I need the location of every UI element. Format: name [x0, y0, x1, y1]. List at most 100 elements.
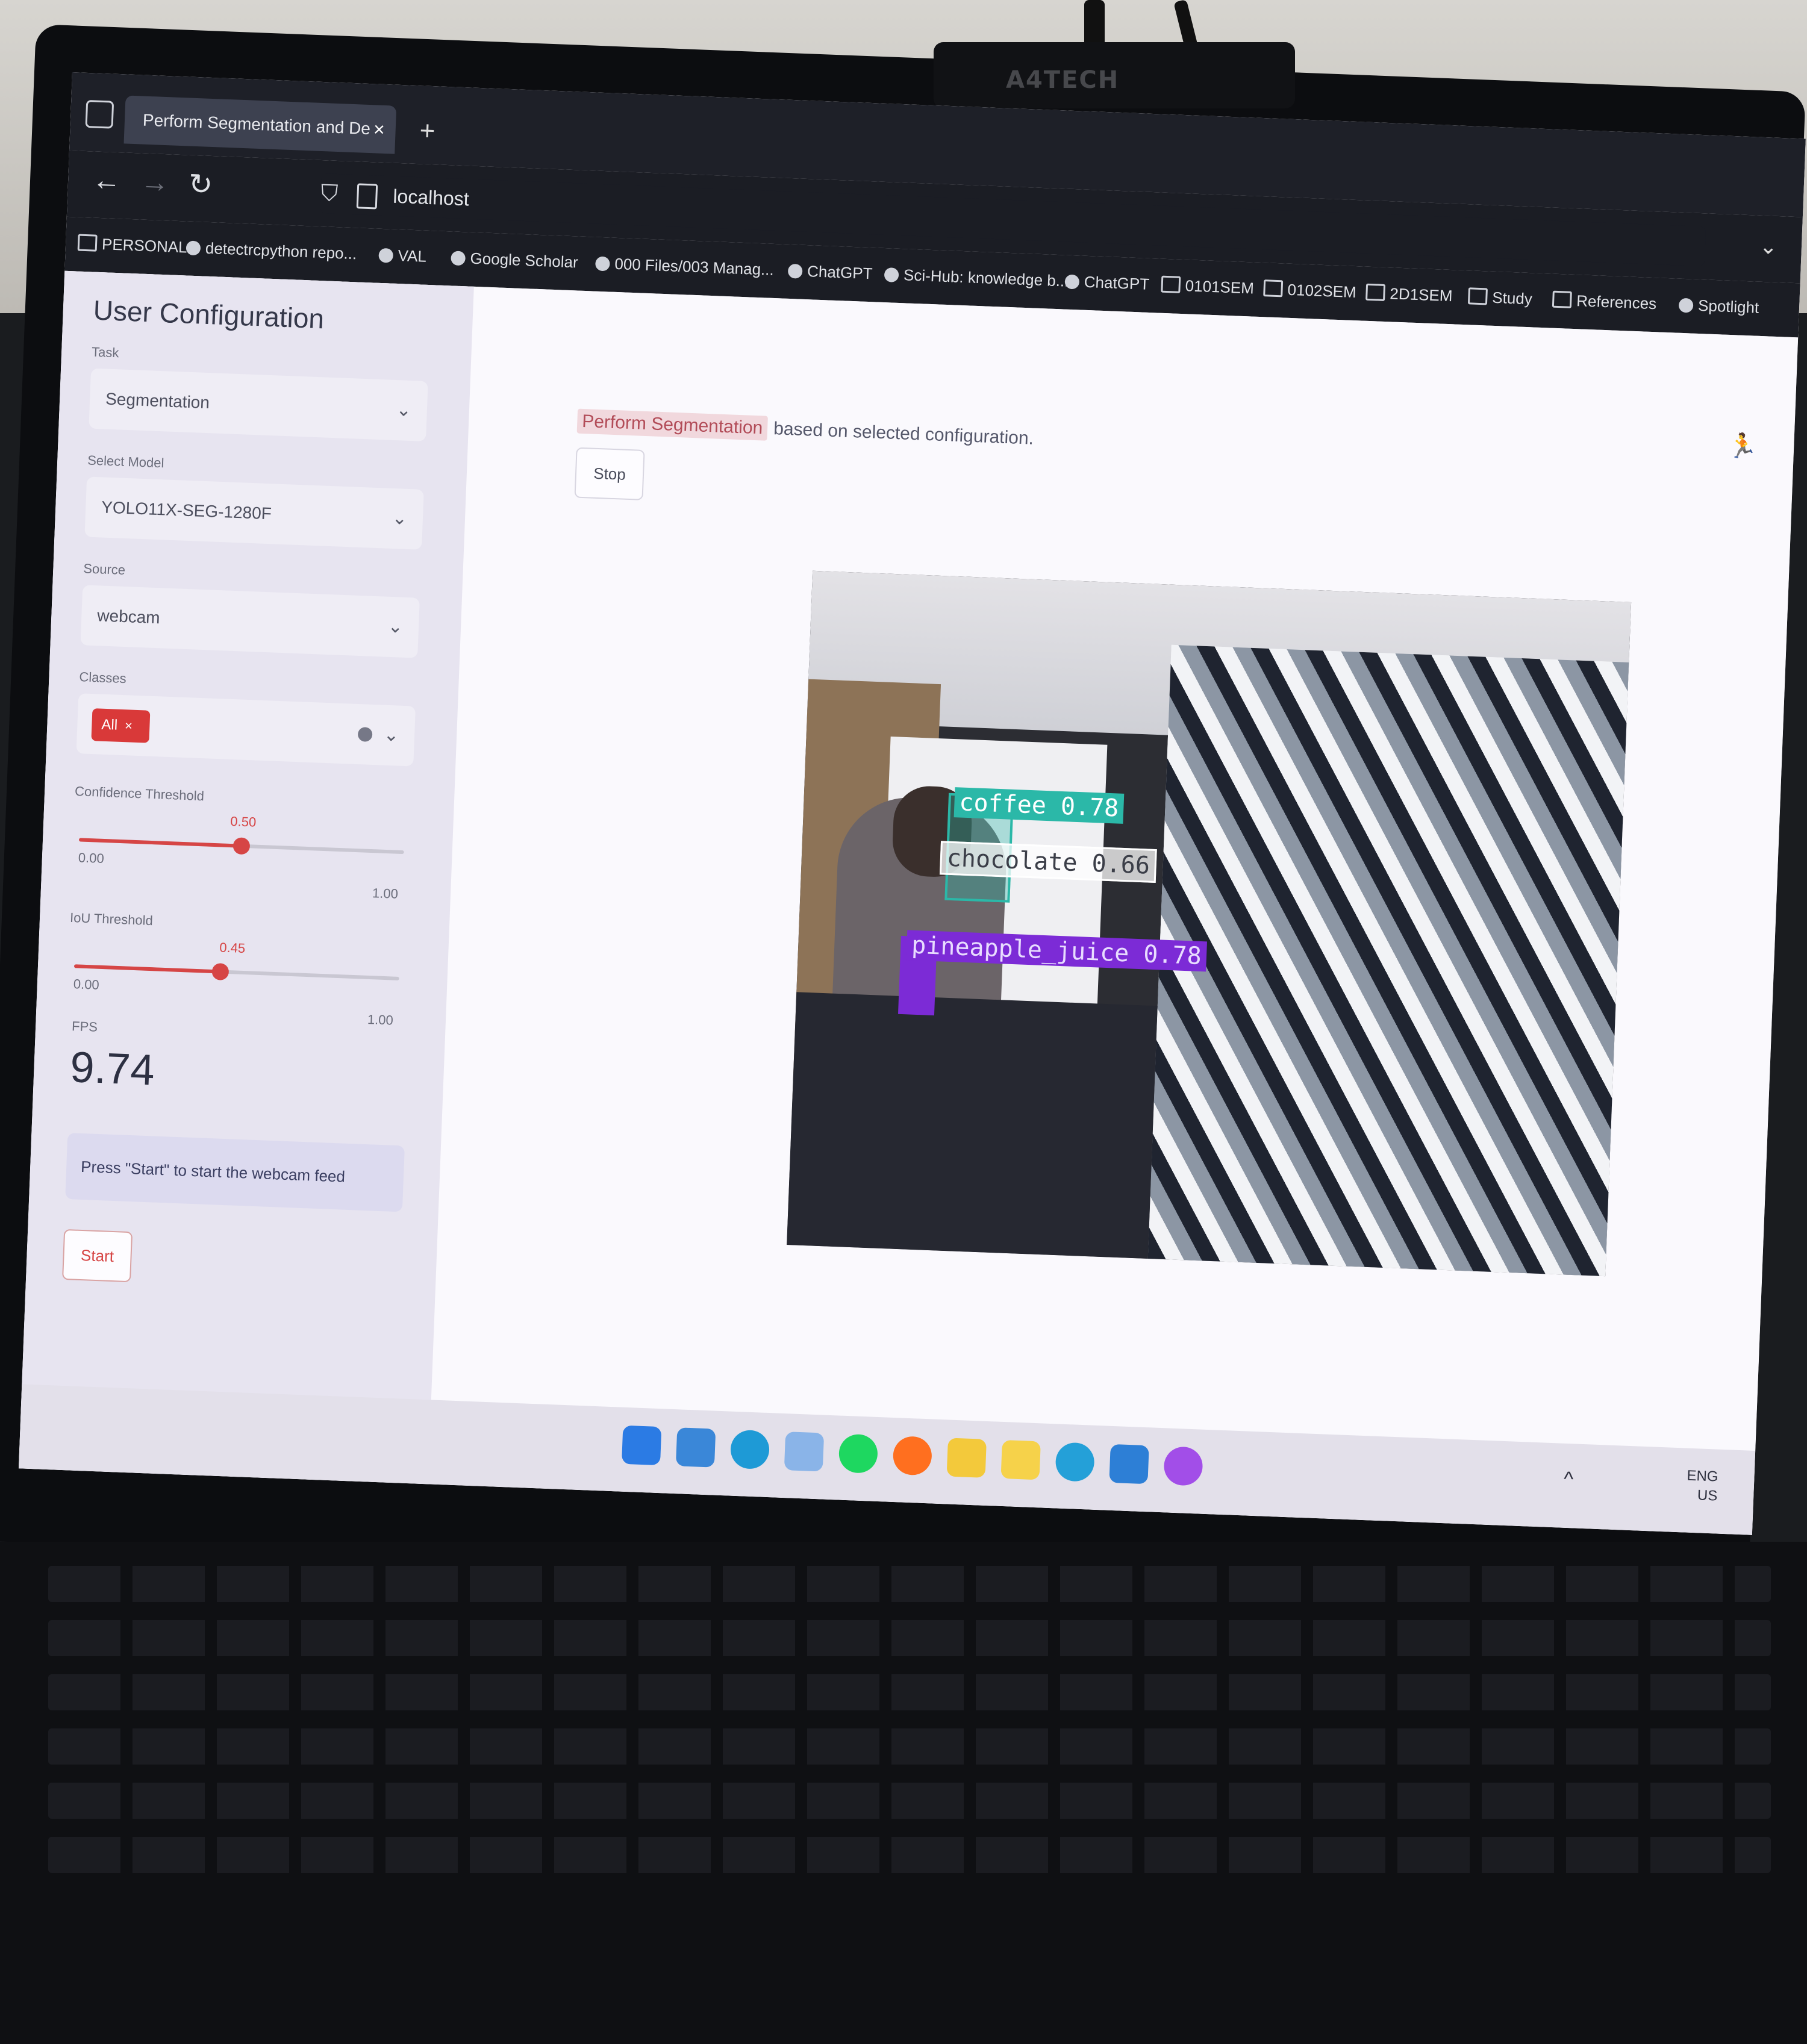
confidence-slider-fill: [78, 838, 242, 848]
url-text: localhost: [392, 185, 470, 210]
source-select[interactable]: webcam ⌄: [80, 585, 420, 658]
chevron-down-icon: ⌄: [396, 400, 412, 421]
iou-label: IoU Threshold: [69, 909, 154, 929]
bookmark-item[interactable]: 0102SEM: [1263, 279, 1356, 302]
chevron-up-icon[interactable]: ^: [1563, 1468, 1573, 1492]
bookmark-favicon-icon: [1064, 274, 1080, 290]
confidence-slider[interactable]: [78, 837, 404, 855]
bookmark-item[interactable]: ChatGPT: [787, 261, 873, 283]
source-value: webcam: [96, 606, 161, 628]
bookmark-favicon-icon: [787, 263, 803, 279]
keyboard-row: [48, 1620, 1771, 1656]
iou-slider[interactable]: [73, 963, 399, 981]
tab-group-icon[interactable]: [85, 99, 114, 129]
language-code: ENG: [1686, 1467, 1719, 1485]
back-icon[interactable]: ←: [92, 163, 122, 198]
model-value: YOLO11X-SEG-1280F: [101, 497, 272, 523]
iou-value: 0.45: [219, 939, 246, 956]
confidence-label: Confidence Threshold: [74, 784, 205, 804]
bookmark-item[interactable]: PERSONAL: [77, 234, 187, 257]
chevron-down-icon[interactable]: ⌄: [1759, 234, 1778, 260]
iou-slider-fill: [73, 964, 220, 974]
keyboard-row: [48, 1674, 1771, 1710]
folder-icon: [1552, 290, 1572, 308]
classes-multiselect[interactable]: All × ⌄: [76, 693, 416, 767]
bookmark-item[interactable]: 2D1SEM: [1365, 283, 1453, 306]
notes-icon[interactable]: [1000, 1439, 1041, 1480]
spotify-icon[interactable]: [838, 1433, 879, 1474]
bookmark-favicon-icon: [1678, 298, 1694, 313]
keyboard-row: [48, 1837, 1771, 1873]
iou-min: 0.00: [73, 976, 100, 992]
language-indicator[interactable]: ENG US: [1686, 1466, 1718, 1506]
confidence-max: 1.00: [372, 885, 399, 902]
chip-label: All: [101, 716, 118, 734]
chrome-icon[interactable]: [1055, 1442, 1095, 1482]
bookmark-item[interactable]: 0101SEM: [1161, 275, 1254, 298]
class-chip-all[interactable]: All ×: [91, 708, 151, 743]
classes-label: Classes: [78, 669, 127, 687]
vscode-icon[interactable]: [1109, 1444, 1149, 1485]
task-value: Segmentation: [105, 389, 210, 413]
heading-highlight: Perform Segmentation: [576, 408, 769, 441]
bookmark-item[interactable]: 000 Files/003 Manag...: [595, 254, 774, 279]
task-select[interactable]: Segmentation ⌄: [89, 368, 428, 441]
chevron-down-icon: ⌄: [392, 508, 408, 529]
laptop-keyboard: [0, 1542, 1807, 2044]
heading-text: based on selected configuration.: [773, 419, 1034, 449]
keyboard-row: [48, 1783, 1771, 1819]
stop-button[interactable]: Stop: [574, 447, 645, 500]
bookmark-item[interactable]: detectrcpython repo...: [186, 238, 357, 263]
streamlit-app: User Configuration Task Segmentation ⌄ S…: [18, 270, 1799, 1535]
windows-icon[interactable]: [621, 1425, 662, 1466]
bookmark-item[interactable]: Study: [1467, 287, 1532, 308]
chevron-down-icon: ⌄: [383, 724, 399, 746]
webcam-brand: A4TECH: [1006, 66, 1120, 94]
folder-icon: [1161, 275, 1181, 293]
info-message: Press "Start" to start the webcam feed: [65, 1133, 405, 1212]
folder-icon: [1365, 283, 1386, 301]
reload-icon[interactable]: ↻: [188, 167, 213, 202]
keyboard-row: [48, 1566, 1771, 1602]
model-select[interactable]: YOLO11X-SEG-1280F ⌄: [84, 476, 424, 550]
chip-remove-icon[interactable]: ×: [125, 718, 133, 733]
widgets-icon[interactable]: [675, 1427, 716, 1468]
sidebar: User Configuration Task Segmentation ⌄ S…: [18, 270, 474, 1485]
clear-icon[interactable]: [357, 727, 373, 742]
bookmark-item[interactable]: VAL: [378, 246, 426, 266]
bookmark-item[interactable]: Spotlight: [1678, 296, 1759, 317]
task-label: Task: [91, 344, 119, 361]
bookmark-item[interactable]: Sci-Hub: knowledge b...: [884, 265, 1069, 291]
close-tab-icon[interactable]: ×: [373, 105, 386, 154]
confidence-min: 0.00: [78, 850, 105, 866]
confidence-slider-thumb[interactable]: [233, 837, 251, 855]
edge-icon[interactable]: [729, 1429, 770, 1470]
model-label: Select Model: [87, 452, 164, 471]
folder-icon: [77, 234, 98, 252]
iou-slider-thumb[interactable]: [211, 963, 229, 981]
tab-active[interactable]: Perform Segmentation and De ×: [123, 95, 397, 154]
firefox-icon[interactable]: [892, 1436, 933, 1476]
confidence-value: 0.50: [229, 814, 257, 830]
start-button[interactable]: Start: [62, 1229, 133, 1283]
bookmark-item[interactable]: Google Scholar: [451, 248, 578, 272]
folder-icon: [1263, 279, 1284, 298]
forward-icon[interactable]: →: [140, 165, 170, 199]
bookmark-favicon-icon: [595, 256, 610, 272]
new-tab-icon[interactable]: +: [419, 116, 436, 146]
source-label: Source: [83, 561, 126, 578]
file-explorer-icon[interactable]: [946, 1438, 987, 1478]
iou-max: 1.00: [367, 1011, 394, 1028]
photos-icon[interactable]: [784, 1432, 825, 1472]
bookmark-item[interactable]: ChatGPT: [1064, 272, 1150, 294]
bookmark-favicon-icon: [451, 251, 466, 266]
running-icon: 🏃: [1727, 432, 1759, 460]
chevron-down-icon: ⌄: [387, 616, 404, 637]
bookmark-item[interactable]: References: [1552, 290, 1657, 314]
keyboard-row: [48, 1728, 1771, 1765]
shield-icon: ⛉: [320, 181, 339, 207]
feed-patterned-wall: [1147, 644, 1629, 1277]
messenger-icon[interactable]: [1163, 1446, 1203, 1486]
folder-icon: [1467, 287, 1488, 305]
page-heading: Perform Segmentation based on selected co…: [576, 408, 1034, 449]
